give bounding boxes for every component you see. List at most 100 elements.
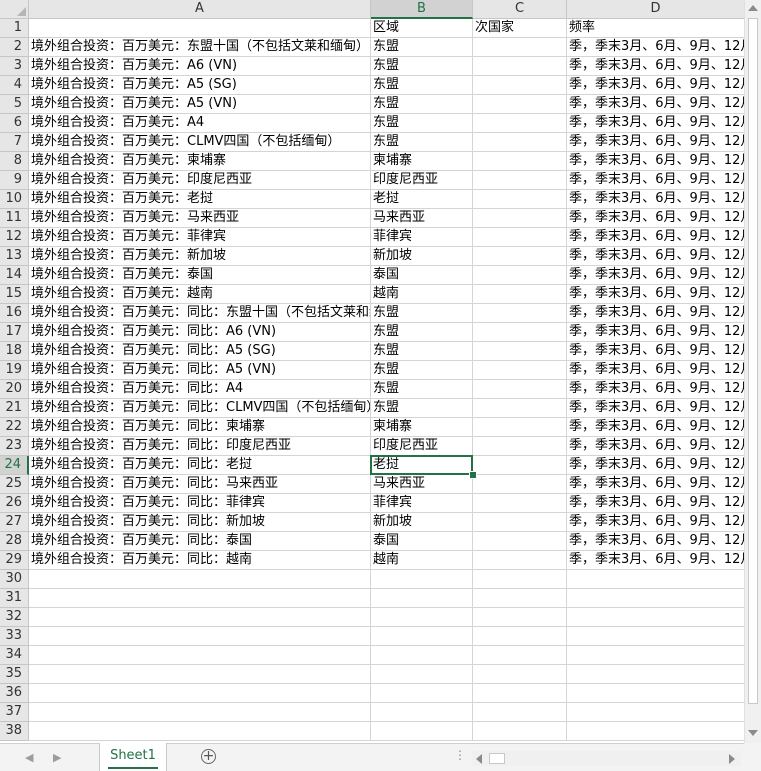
row-header[interactable]: 11 (0, 209, 29, 228)
row-header[interactable]: 27 (0, 513, 29, 532)
vertical-scroll-thumb[interactable] (748, 18, 758, 704)
cell-b14[interactable]: 泰国 (371, 266, 473, 285)
row-header[interactable]: 18 (0, 342, 29, 361)
row-header[interactable]: 35 (0, 665, 29, 684)
cell-a4[interactable]: 境外组合投资：百万美元：A5 (SG) (29, 76, 371, 95)
cell-c28[interactable] (473, 532, 567, 551)
cell-a13[interactable]: 境外组合投资：百万美元：新加坡 (29, 247, 371, 266)
cell-d35[interactable] (567, 665, 744, 684)
cell-a31[interactable] (29, 589, 371, 608)
cell-d22[interactable]: 季，季末3月、6月、9月、12月 (567, 418, 744, 437)
cell-d34[interactable] (567, 646, 744, 665)
cell-c30[interactable] (473, 570, 567, 589)
cell-a21[interactable]: 境外组合投资：百万美元：同比：CLMV四国（不包括缅甸） (29, 399, 371, 418)
cell-d18[interactable]: 季，季末3月、6月、9月、12月 (567, 342, 744, 361)
cell-b5[interactable]: 东盟 (371, 95, 473, 114)
cell-b32[interactable] (371, 608, 473, 627)
cell-b12[interactable]: 菲律宾 (371, 228, 473, 247)
cell-d32[interactable] (567, 608, 744, 627)
row-header[interactable]: 33 (0, 627, 29, 646)
cell-c36[interactable] (473, 684, 567, 703)
row-header[interactable]: 36 (0, 684, 29, 703)
row-header[interactable]: 21 (0, 399, 29, 418)
cell-c35[interactable] (473, 665, 567, 684)
cell-a15[interactable]: 境外组合投资：百万美元：越南 (29, 285, 371, 304)
cell-a33[interactable] (29, 627, 371, 646)
cell-a2[interactable]: 境外组合投资：百万美元：东盟十国（不包括文莱和缅甸） (29, 38, 371, 57)
cell-b27[interactable]: 新加坡 (371, 513, 473, 532)
scroll-down-arrow-icon[interactable] (748, 730, 758, 736)
row-header[interactable]: 38 (0, 722, 29, 741)
row-header[interactable]: 28 (0, 532, 29, 551)
cell-a8[interactable]: 境外组合投资：百万美元：柬埔寨 (29, 152, 371, 171)
cell-a20[interactable]: 境外组合投资：百万美元：同比：A4 (29, 380, 371, 399)
cell-b9[interactable]: 印度尼西亚 (371, 171, 473, 190)
cell-d24[interactable]: 季，季末3月、6月、9月、12月 (567, 456, 744, 475)
fill-handle[interactable] (469, 471, 477, 479)
cell-c4[interactable] (473, 76, 567, 95)
cell-d8[interactable]: 季，季末3月、6月、9月、12月 (567, 152, 744, 171)
row-header[interactable]: 15 (0, 285, 29, 304)
scroll-right-arrow-icon[interactable] (729, 754, 735, 764)
row-header[interactable]: 2 (0, 38, 29, 57)
row-header[interactable]: 12 (0, 228, 29, 247)
select-all-corner[interactable] (0, 0, 29, 19)
cell-c20[interactable] (473, 380, 567, 399)
column-header-d[interactable]: D (567, 0, 744, 19)
cell-b2[interactable]: 东盟 (371, 38, 473, 57)
cell-c16[interactable] (473, 304, 567, 323)
column-header-a[interactable]: A (29, 0, 371, 19)
cell-d15[interactable]: 季，季末3月、6月、9月、12月 (567, 285, 744, 304)
column-header-c[interactable]: C (473, 0, 567, 19)
cell-a26[interactable]: 境外组合投资：百万美元：同比：菲律宾 (29, 494, 371, 513)
cell-c38[interactable] (473, 722, 567, 741)
cell-d28[interactable]: 季，季末3月、6月、9月、12月 (567, 532, 744, 551)
cell-b35[interactable] (371, 665, 473, 684)
row-header[interactable]: 34 (0, 646, 29, 665)
cell-c24[interactable] (473, 456, 567, 475)
cell-b37[interactable] (371, 703, 473, 722)
cell-d25[interactable]: 季，季末3月、6月、9月、12月 (567, 475, 744, 494)
cell-b29[interactable]: 越南 (371, 551, 473, 570)
prev-sheet-button[interactable]: ◀ (25, 751, 33, 764)
cell-b33[interactable] (371, 627, 473, 646)
sheet-tab-sheet1[interactable]: Sheet1 (99, 743, 167, 771)
row-header[interactable]: 19 (0, 361, 29, 380)
row-header[interactable]: 1 (0, 19, 29, 38)
cell-a10[interactable]: 境外组合投资：百万美元：老挝 (29, 190, 371, 209)
cell-d23[interactable]: 季，季末3月、6月、9月、12月 (567, 437, 744, 456)
cell-d27[interactable]: 季，季末3月、6月、9月、12月 (567, 513, 744, 532)
cell-b19[interactable]: 东盟 (371, 361, 473, 380)
cell-c13[interactable] (473, 247, 567, 266)
cell-d31[interactable] (567, 589, 744, 608)
row-header[interactable]: 20 (0, 380, 29, 399)
row-header[interactable]: 32 (0, 608, 29, 627)
horizontal-scroll-thumb[interactable] (489, 753, 505, 764)
cell-c3[interactable] (473, 57, 567, 76)
tab-options-icon[interactable]: ⋮ (454, 748, 466, 762)
cell-b17[interactable]: 东盟 (371, 323, 473, 342)
cell-c18[interactable] (473, 342, 567, 361)
cell-b22[interactable]: 柬埔寨 (371, 418, 473, 437)
cell-b10[interactable]: 老挝 (371, 190, 473, 209)
cell-b6[interactable]: 东盟 (371, 114, 473, 133)
cell-a34[interactable] (29, 646, 371, 665)
cell-b21[interactable]: 东盟 (371, 399, 473, 418)
cell-c33[interactable] (473, 627, 567, 646)
cell-b28[interactable]: 泰国 (371, 532, 473, 551)
cell-c14[interactable] (473, 266, 567, 285)
cell-b8[interactable]: 柬埔寨 (371, 152, 473, 171)
add-sheet-button[interactable]: + (201, 749, 216, 764)
row-header[interactable]: 3 (0, 57, 29, 76)
cell-a27[interactable]: 境外组合投资：百万美元：同比：新加坡 (29, 513, 371, 532)
cell-a5[interactable]: 境外组合投资：百万美元：A5 (VN) (29, 95, 371, 114)
cell-b25[interactable]: 马来西亚 (371, 475, 473, 494)
cell-a1[interactable] (29, 19, 371, 38)
cell-d19[interactable]: 季，季末3月、6月、9月、12月 (567, 361, 744, 380)
cell-a36[interactable] (29, 684, 371, 703)
vertical-scrollbar[interactable] (744, 0, 761, 743)
cell-a25[interactable]: 境外组合投资：百万美元：同比：马来西亚 (29, 475, 371, 494)
spreadsheet-grid[interactable]: ABCD 1 2 3 4 5 6 7 8 9 10 11 12 13 14 15 16 17 18 19 20 21 22… (0, 0, 744, 743)
cell-a17[interactable]: 境外组合投资：百万美元：同比：A6 (VN) (29, 323, 371, 342)
row-header[interactable]: 13 (0, 247, 29, 266)
